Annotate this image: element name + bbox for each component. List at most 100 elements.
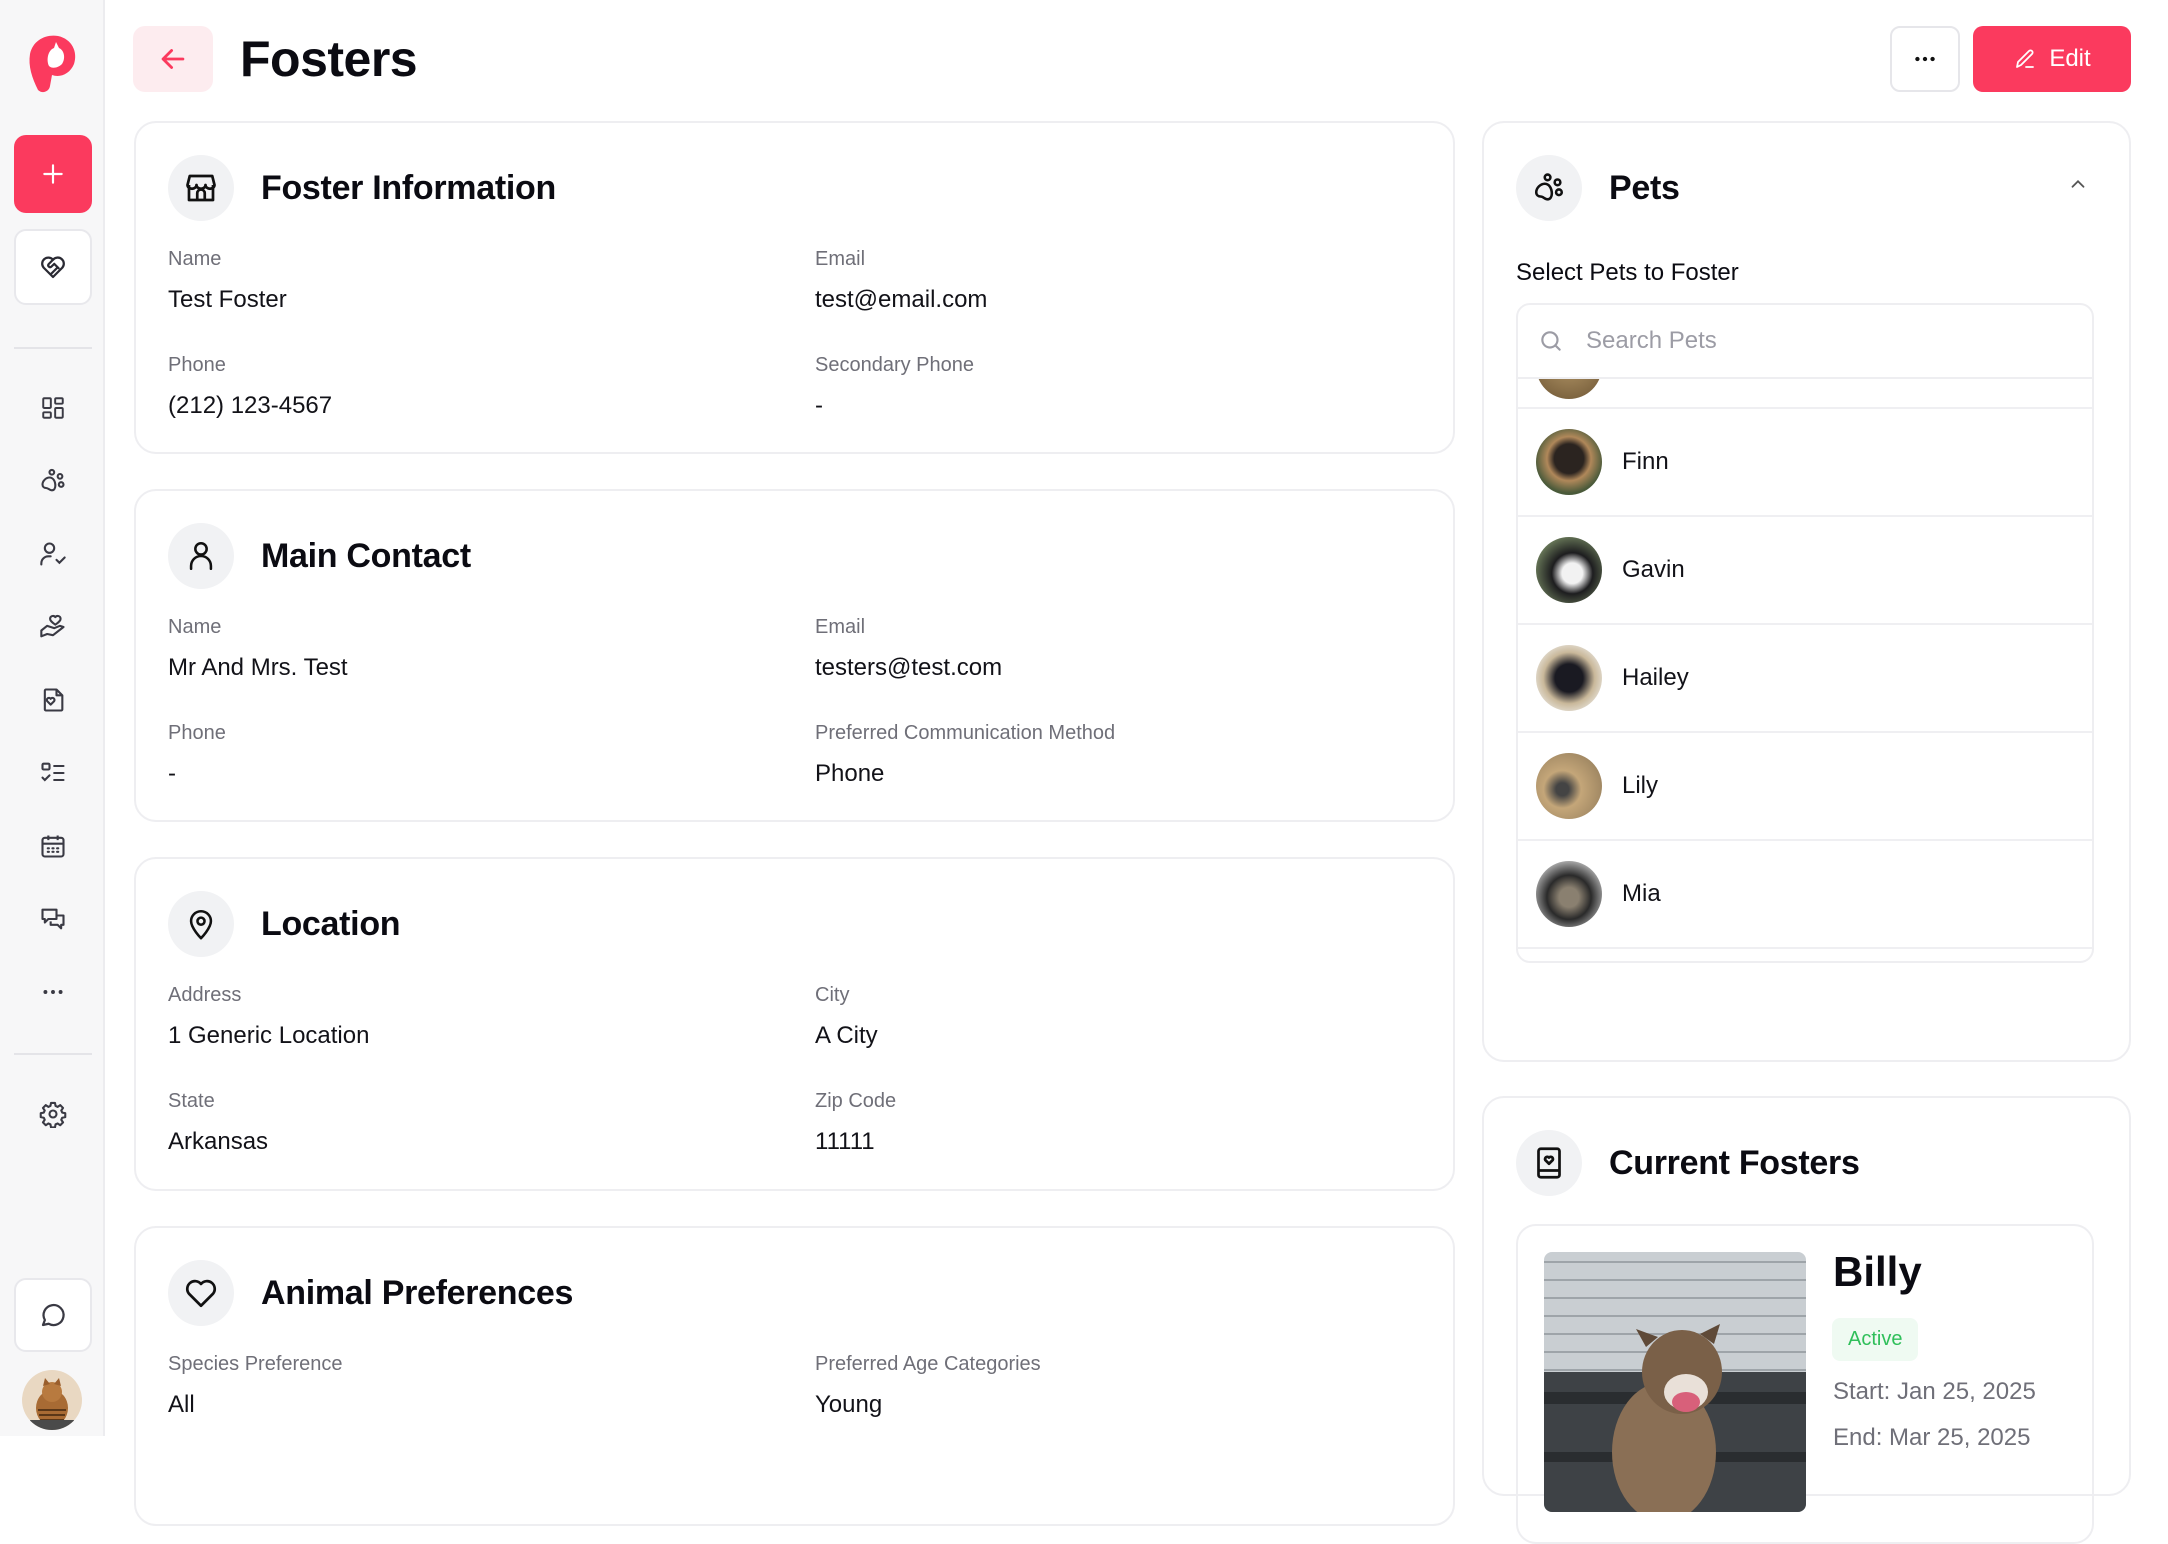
current-fosters-card: Current Fosters Billy Active Start: Jan …	[1482, 1096, 2131, 1544]
field-state: State Arkansas	[168, 1090, 269, 1155]
more-icon	[43, 990, 63, 994]
pet-list-item[interactable]: Gavin	[1518, 517, 2092, 625]
sidebar-item-adopters[interactable]	[38, 539, 68, 569]
sidebar-divider	[14, 1053, 92, 1055]
collapse-toggle[interactable]	[2067, 173, 2089, 200]
favorites-button[interactable]	[14, 229, 92, 305]
field-address: Address 1 Generic Location	[168, 984, 370, 1049]
pet-name: Mia	[1622, 880, 1661, 907]
animal-preferences-card: Animal Preferences Species Preference All…	[134, 1226, 1455, 1526]
back-button[interactable]	[133, 26, 213, 92]
pet-name: Lily	[1622, 772, 1659, 799]
foster-start-date: Start: Jan 25, 2025	[1833, 1378, 2036, 1405]
foster-pet-photo	[1544, 1252, 1806, 1512]
pet-photo	[1536, 429, 1602, 495]
more-options-button[interactable]	[1890, 26, 1960, 92]
app-logo[interactable]	[22, 30, 82, 96]
plus-icon	[43, 164, 63, 184]
edit-button[interactable]: Edit	[1973, 26, 2131, 92]
page-title: Fosters	[240, 31, 418, 87]
pet-photo	[1536, 379, 1602, 399]
pet-photo	[1536, 753, 1602, 819]
chevron-up-icon	[2071, 179, 2085, 188]
chat-button[interactable]	[14, 1278, 92, 1352]
pet-photo	[1536, 861, 1602, 927]
pet-list-item[interactable]: Mia	[1518, 841, 2092, 949]
field-species-preference: Species Preference All	[168, 1353, 343, 1418]
foster-item[interactable]: Billy Active Start: Jan 25, 2025 End: Ma…	[1516, 1224, 2094, 1544]
dashboard-icon	[42, 397, 64, 419]
pet-list-item[interactable]: Hailey	[1518, 625, 2092, 733]
card-title: Animal Preferences	[261, 1273, 574, 1312]
hand-heart-icon	[40, 614, 65, 638]
field-contact-phone: Phone -	[168, 722, 226, 787]
sidebar-item-pets[interactable]	[38, 466, 68, 496]
sidebar-item-tasks[interactable]	[38, 758, 68, 788]
paw-icon	[41, 468, 65, 492]
sidebar-item-documents[interactable]	[38, 685, 68, 715]
pencil-icon	[2016, 49, 2035, 68]
field-zip-code: Zip Code 11111	[815, 1090, 897, 1155]
checklist-icon	[41, 762, 65, 782]
search-input[interactable]: Search Pets	[1586, 327, 1717, 355]
heart-icon	[168, 1260, 234, 1326]
main-contact-card: Main Contact Name Mr And Mrs. Test Email t…	[134, 489, 1455, 822]
pet-list-item[interactable]: Lily	[1518, 733, 2092, 841]
add-button[interactable]	[14, 135, 92, 213]
user-check-icon	[40, 542, 66, 566]
map-pin-icon	[168, 891, 234, 957]
sidebar-item-fosters[interactable]	[38, 612, 68, 642]
field-secondary-phone: Secondary Phone -	[815, 354, 975, 419]
status-badge: Active	[1832, 1318, 1919, 1361]
pet-name: Gavin	[1622, 556, 1685, 583]
sidebar-item-more[interactable]	[38, 977, 68, 1007]
pets-card: Pets Select Pets to Foster Search Pets F…	[1482, 121, 2131, 1062]
field-email: Email test@email.com	[815, 248, 988, 313]
sidebar-divider	[14, 347, 92, 349]
sidebar-item-settings[interactable]	[38, 1099, 68, 1129]
sidebar	[0, 0, 105, 1436]
card-title: Pets	[1609, 168, 1680, 207]
pet-photo	[1536, 645, 1602, 711]
field-name: Name Test Foster	[168, 248, 287, 313]
edit-label: Edit	[2049, 45, 2091, 72]
select-pets-label: Select Pets to Foster	[1516, 259, 1739, 286]
search-icon	[1541, 331, 1561, 351]
card-title: Current Fosters	[1609, 1143, 1860, 1182]
paw-icon	[1516, 155, 1582, 221]
foster-information-card: Foster Information Name Test Foster Email…	[134, 121, 1455, 454]
location-card: Location Address 1 Generic Location City A…	[134, 857, 1455, 1191]
card-title: Main Contact	[261, 536, 471, 575]
field-city: City A City	[815, 984, 878, 1049]
field-age-categories: Preferred Age Categories Young	[815, 1353, 1041, 1418]
storefront-icon	[168, 155, 234, 221]
foster-pet-name: Billy	[1833, 1248, 1922, 1295]
contact-book-heart-icon	[1516, 1130, 1582, 1196]
card-title: Foster Information	[261, 168, 556, 207]
field-phone: Phone (212) 123-4567	[168, 354, 333, 419]
chat-bubble-icon	[41, 1303, 65, 1327]
field-contact-name: Name Mr And Mrs. Test	[168, 616, 348, 681]
pet-name: Hailey	[1622, 664, 1689, 691]
pet-list-item[interactable]: Finn	[1518, 409, 2092, 517]
messages-icon	[41, 908, 65, 930]
ellipsis-icon	[1915, 56, 1935, 62]
user-avatar[interactable]	[22, 1370, 82, 1430]
document-heart-icon	[43, 688, 64, 712]
pet-list-item[interactable]	[1518, 379, 2092, 409]
arrow-left-icon	[161, 49, 185, 69]
foster-end-date: End: Mar 25, 2025	[1833, 1424, 2031, 1451]
user-icon	[168, 523, 234, 589]
card-title: Location	[261, 904, 401, 943]
sidebar-item-dashboard[interactable]	[38, 393, 68, 423]
calendar-icon	[41, 835, 65, 858]
field-communication-method: Preferred Communication Method Phone	[815, 722, 1116, 787]
field-contact-email: Email testers@test.com	[815, 616, 1003, 681]
sidebar-item-messages[interactable]	[38, 904, 68, 934]
heart-handshake-icon	[41, 256, 65, 279]
gear-icon	[39, 1101, 67, 1128]
pet-name: Finn	[1622, 448, 1669, 475]
pet-search[interactable]: Search Pets	[1518, 305, 2092, 379]
pet-list[interactable]: Search Pets Finn Gavin Hailey Lily Mia	[1516, 303, 2094, 963]
sidebar-item-calendar[interactable]	[38, 831, 68, 861]
